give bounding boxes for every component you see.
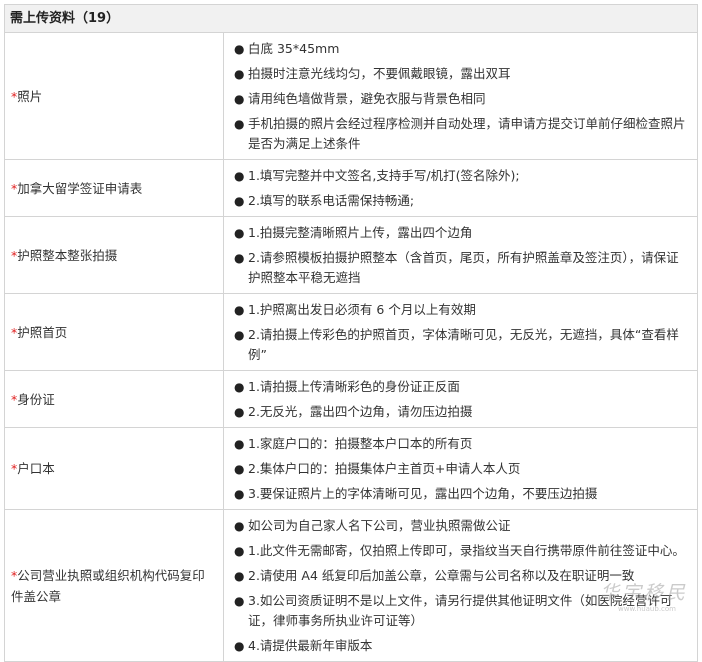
table-row: *护照整本整张拍摄 ● 1.拍摄完整清晰照片上传，露出四个边角 ● 2.请参照模板拍摄护…	[5, 217, 697, 294]
row-items: ● 1.填写完整并中文签名,支持手写/机打(签名除外); ● 2.填写的联系电话需保持…	[224, 160, 697, 216]
list-item-text: 如公司为自己家人名下公司，营业执照需做公证	[248, 518, 511, 533]
list-item-text: 1.请拍摄上传清晰彩色的身份证正反面	[248, 379, 460, 394]
row-label: *身份证	[5, 371, 224, 427]
list-item: ● 拍摄时注意光线均匀，不要佩戴眼镜，露出双耳	[234, 62, 691, 87]
bullet-icon: ●	[234, 405, 245, 419]
row-label-text: 护照首页	[17, 324, 68, 340]
list-item: ● 3.要保证照片上的字体清晰可见，露出四个边角，不要压边拍摄	[234, 482, 691, 507]
bullet-icon: ●	[234, 251, 245, 265]
list-item: ● 1.此文件无需邮寄，仅拍照上传即可，录指纹当天自行携带原件前往签证中心。	[234, 539, 691, 564]
list-item: ● 如公司为自己家人名下公司，营业执照需做公证	[234, 514, 691, 539]
row-label: *护照首页	[5, 294, 224, 370]
table-body: *照片 ● 白底 35*45mm ● 拍摄时注意光线均匀，不要佩戴眼镜，露出双耳 ● 请用纯…	[5, 33, 697, 662]
list-item: ● 1.填写完整并中文签名,支持手写/机打(签名除外);	[234, 164, 691, 189]
bullet-icon: ●	[234, 169, 245, 183]
list-item-text: 3.要保证照片上的字体清晰可见，露出四个边角，不要压边拍摄	[248, 486, 598, 501]
row-items: ● 1.家庭户口的：拍摄整本户口本的所有页 ● 2.集体户口的：拍摄集体户主首页+申请…	[224, 428, 697, 509]
list-item-text: 拍摄时注意光线均匀，不要佩戴眼镜，露出双耳	[248, 66, 511, 81]
bullet-icon: ●	[234, 303, 245, 317]
row-items: ● 白底 35*45mm ● 拍摄时注意光线均匀，不要佩戴眼镜，露出双耳 ● 请用纯色墙做…	[224, 33, 697, 159]
bullet-icon: ●	[234, 380, 245, 394]
bullet-icon: ●	[234, 594, 245, 608]
list-item-text: 1.拍摄完整清晰照片上传，露出四个边角	[248, 225, 473, 240]
bullet-icon: ●	[234, 194, 245, 208]
list-item: ● 1.拍摄完整清晰照片上传，露出四个边角	[234, 221, 691, 246]
list-item-text: 2.无反光，露出四个边角，请勿压边拍摄	[248, 404, 473, 419]
row-items: ● 1.护照离出发日必须有 6 个月以上有效期 ● 2.请拍摄上传彩色的护照首页，字体…	[224, 294, 697, 370]
list-item: ● 4.请提供最新年审版本	[234, 634, 691, 659]
bullet-icon: ●	[234, 639, 245, 653]
row-label: *加拿大留学签证申请表	[5, 160, 224, 216]
bullet-icon: ●	[234, 437, 245, 451]
bullet-icon: ●	[234, 117, 245, 131]
row-label-text: 照片	[17, 88, 43, 104]
list-item: ● 1.护照离出发日必须有 6 个月以上有效期	[234, 298, 691, 323]
list-item-text: 4.请提供最新年审版本	[248, 638, 373, 653]
list-item-text: 1.填写完整并中文签名,支持手写/机打(签名除外);	[248, 168, 520, 183]
row-label: *护照整本整张拍摄	[5, 217, 224, 293]
table-row: *户口本 ● 1.家庭户口的：拍摄整本户口本的所有页 ● 2.集体户口的：拍摄集体户主首…	[5, 428, 697, 510]
table-row: *加拿大留学签证申请表 ● 1.填写完整并中文签名,支持手写/机打(签名除外); ● 2…	[5, 160, 697, 217]
list-item-text: 1.护照离出发日必须有 6 个月以上有效期	[248, 302, 476, 317]
watermark-url: www.huaub.com	[618, 605, 676, 613]
list-item-text: 请用纯色墙做背景，避免衣服与背景色相同	[248, 91, 486, 106]
row-items: ● 1.拍摄完整清晰照片上传，露出四个边角 ● 2.请参照模板拍摄护照整本（含首页，尾…	[224, 217, 697, 293]
row-label-text: 户口本	[17, 461, 55, 476]
row-items: ● 1.请拍摄上传清晰彩色的身份证正反面 ● 2.无反光，露出四个边角，请勿压边拍摄	[224, 371, 697, 427]
table-row: *照片 ● 白底 35*45mm ● 拍摄时注意光线均匀，不要佩戴眼镜，露出双耳 ● 请用纯…	[5, 33, 697, 160]
table-row: *身份证 ● 1.请拍摄上传清晰彩色的身份证正反面 ● 2.无反光，露出四个边角，请勿压…	[5, 371, 697, 428]
list-item-text: 2.集体户口的：拍摄集体户主首页+申请人本人页	[248, 461, 521, 476]
list-item-text: 1.此文件无需邮寄，仅拍照上传即可，录指纹当天自行携带原件前往签证中心。	[248, 543, 685, 558]
list-item: ● 2.无反光，露出四个边角，请勿压边拍摄	[234, 400, 691, 425]
list-item: ● 1.请拍摄上传清晰彩色的身份证正反面	[234, 375, 691, 400]
list-item: ● 手机拍摄的照片会经过程序检测并自动处理，请申请方提交订单前仔细检查照片是否为满…	[234, 112, 691, 157]
row-label-text: 加拿大留学签证申请表	[17, 180, 143, 196]
list-item-text: 手机拍摄的照片会经过程序检测并自动处理，请申请方提交订单前仔细检查照片是否为满足…	[248, 116, 686, 151]
list-item: ● 2.请参照模板拍摄护照整本（含首页，尾页，所有护照盖章及签注页），请保证护照整…	[234, 246, 691, 291]
bullet-icon: ●	[234, 226, 245, 240]
row-label: *户口本	[5, 428, 224, 509]
bullet-icon: ●	[234, 544, 245, 558]
bullet-icon: ●	[234, 462, 245, 476]
list-item: ● 请用纯色墙做背景，避免衣服与背景色相同	[234, 87, 691, 112]
list-item: ● 2.填写的联系电话需保持畅通;	[234, 189, 691, 214]
list-item: ● 白底 35*45mm	[234, 37, 691, 62]
bullet-icon: ●	[234, 67, 245, 81]
list-item: ● 2.请拍摄上传彩色的护照首页，字体清晰可见，无反光，无遮挡，具体“查看样例”	[234, 323, 691, 368]
row-label: *公司营业执照或组织机构代码复印件盖公章	[5, 510, 224, 661]
row-label-text: 护照整本整张拍摄	[17, 247, 118, 263]
watermark-logo: 华宇移民	[599, 582, 688, 604]
list-item-text: 白底 35*45mm	[248, 41, 340, 56]
row-label-text: 公司营业执照或组织机构代码复印件盖公章	[11, 567, 205, 604]
list-item-text: 2.填写的联系电话需保持畅通;	[248, 193, 415, 208]
list-item-text: 1.家庭户口的：拍摄整本户口本的所有页	[248, 436, 473, 451]
bullet-icon: ●	[234, 328, 245, 342]
row-label-text: 身份证	[17, 391, 55, 407]
bullet-icon: ●	[234, 519, 245, 533]
materials-table: 需上传资料（19） *照片 ● 白底 35*45mm ● 拍摄时注意光线均匀，不要佩戴眼…	[4, 4, 698, 662]
bullet-icon: ●	[234, 92, 245, 106]
bullet-icon: ●	[234, 487, 245, 501]
bullet-icon: ●	[234, 569, 245, 583]
bullet-icon: ●	[234, 42, 245, 56]
table-row: *护照首页 ● 1.护照离出发日必须有 6 个月以上有效期 ● 2.请拍摄上传彩色的护照…	[5, 294, 697, 371]
list-item: ● 2.集体户口的：拍摄集体户主首页+申请人本人页	[234, 457, 691, 482]
list-item-text: 2.请拍摄上传彩色的护照首页，字体清晰可见，无反光，无遮挡，具体“查看样例”	[248, 327, 679, 362]
list-item-text: 2.请参照模板拍摄护照整本（含首页，尾页，所有护照盖章及签注页），请保证护照整本…	[248, 250, 679, 285]
row-label: *照片	[5, 33, 224, 159]
list-item: ● 1.家庭户口的：拍摄整本户口本的所有页	[234, 432, 691, 457]
table-header: 需上传资料（19）	[5, 5, 697, 33]
